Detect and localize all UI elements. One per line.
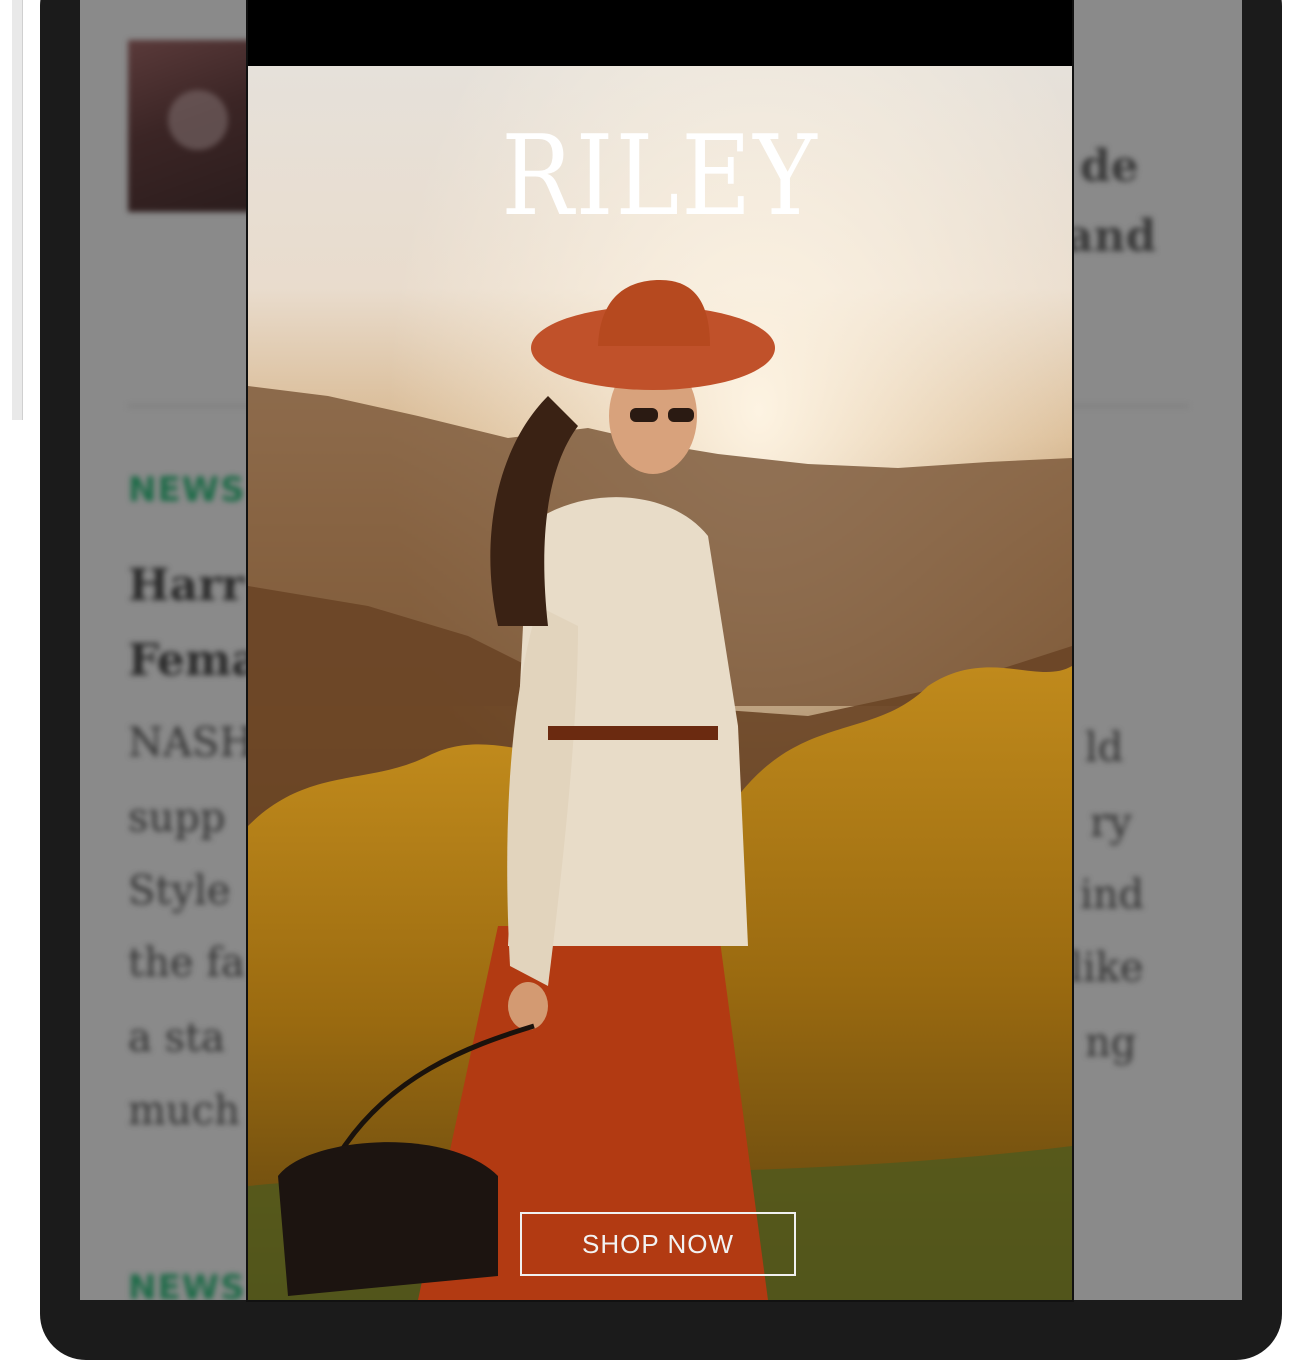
news-tag[interactable]: NEWS: [128, 1268, 246, 1300]
body-line: a sta: [128, 1015, 226, 1061]
phone-side-edge: [12, 0, 23, 420]
ad-photo[interactable]: [248, 66, 1072, 1300]
headline-line[interactable]: Harr: [128, 560, 244, 611]
ad-photo-illustration: [248, 66, 1072, 1300]
shop-now-button[interactable]: SHOP NOW: [520, 1212, 796, 1276]
body-line: NASH: [128, 720, 255, 766]
body-line: much: [128, 1088, 240, 1134]
right-fragment: ld: [1085, 725, 1124, 771]
right-fragment: ng: [1085, 1020, 1137, 1066]
news-tag[interactable]: NEWS: [128, 470, 246, 510]
body-line: supp: [128, 795, 226, 841]
right-fragment: and: [1065, 211, 1157, 262]
right-fragment: ind: [1080, 872, 1145, 918]
brand-logo: RILEY: [501, 111, 819, 241]
right-fragment: ry: [1090, 800, 1132, 846]
right-fragment: like: [1070, 945, 1144, 991]
headline-line[interactable]: Fema: [128, 635, 260, 686]
right-fragment: de: [1080, 141, 1139, 192]
fullscreen-ad[interactable]: RILEY SHOP NOW: [248, 0, 1072, 1300]
body-line: Style: [128, 868, 231, 914]
body-line: the fa: [128, 940, 245, 986]
